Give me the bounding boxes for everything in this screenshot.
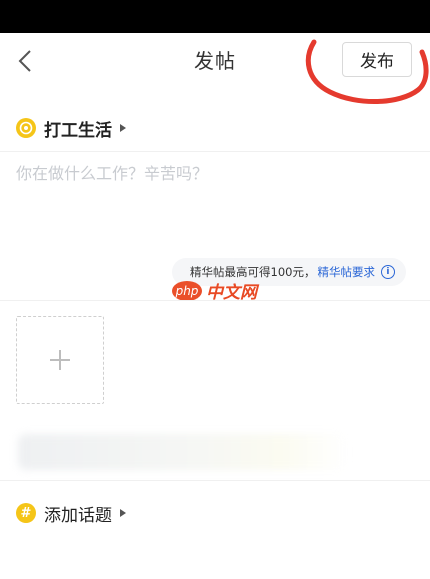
caret-right-icon bbox=[120, 124, 126, 132]
publish-button[interactable]: 发布 bbox=[342, 42, 412, 77]
navigation-bar: 发帖 发布 bbox=[0, 33, 430, 89]
blurred-content bbox=[18, 434, 348, 470]
divider bbox=[0, 300, 430, 301]
info-icon[interactable]: i bbox=[380, 265, 395, 279]
divider bbox=[0, 480, 430, 481]
caret-right-icon bbox=[120, 509, 126, 517]
tip-text: 精华帖最高可得100元， bbox=[190, 265, 316, 279]
target-icon bbox=[16, 118, 36, 138]
hashtag-icon: # bbox=[16, 503, 36, 523]
add-image-button[interactable] bbox=[16, 316, 104, 404]
category-selector[interactable]: 打工生活 bbox=[16, 113, 126, 143]
status-bar bbox=[0, 0, 430, 33]
add-topic-selector[interactable]: # 添加话题 bbox=[16, 500, 126, 526]
add-topic-label: 添加话题 bbox=[44, 505, 112, 526]
plus-icon bbox=[50, 350, 70, 370]
essence-requirements-link[interactable]: 精华帖要求 bbox=[317, 264, 375, 280]
divider bbox=[0, 151, 430, 152]
category-label: 打工生活 bbox=[44, 120, 112, 141]
post-content-input[interactable] bbox=[16, 160, 414, 250]
essence-post-tip: 精华帖最高可得100元， 精华帖要求 i bbox=[172, 258, 406, 286]
